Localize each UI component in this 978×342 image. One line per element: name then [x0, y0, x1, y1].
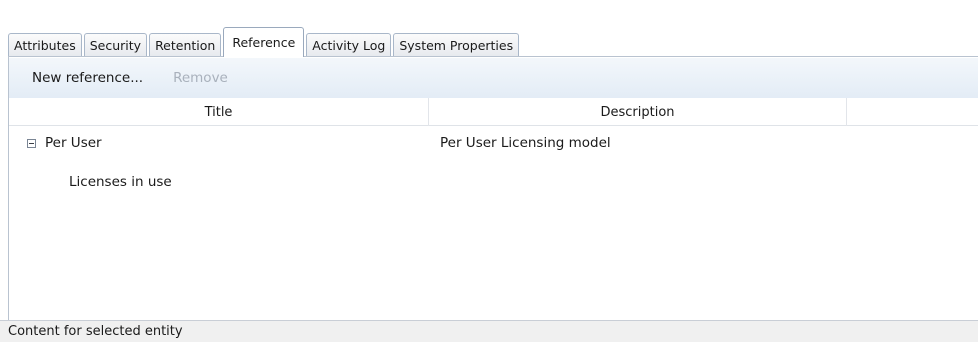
reference-toolbar: New reference... Remove — [9, 58, 978, 98]
column-header-extra[interactable] — [847, 98, 978, 126]
row-title: Per User — [45, 135, 102, 151]
tab-reference[interactable]: Reference — [223, 27, 305, 57]
status-text: Content for selected entity — [8, 324, 183, 339]
tab-system-properties[interactable]: System Properties — [393, 33, 520, 57]
status-bar: Content for selected entity — [0, 320, 978, 342]
reference-panel: Attributes Security Retention Reference … — [0, 0, 978, 342]
remove-button[interactable]: Remove — [161, 70, 240, 86]
column-header-title[interactable]: Title — [9, 98, 429, 126]
tab-attributes[interactable]: Attributes — [8, 33, 82, 57]
new-reference-button[interactable]: New reference... — [20, 70, 155, 86]
tab-retention[interactable]: Retention — [149, 33, 222, 57]
table-row[interactable]: Licenses in use — [9, 169, 978, 195]
tab-strip: Attributes Security Retention Reference … — [8, 27, 521, 57]
tab-activity-log[interactable]: Activity Log — [306, 33, 392, 57]
collapse-toggle-icon[interactable] — [27, 138, 36, 148]
row-description: Per User Licensing model — [440, 135, 611, 151]
column-header-description[interactable]: Description — [429, 98, 847, 126]
tab-security[interactable]: Security — [83, 33, 148, 57]
table-header: Title Description — [9, 98, 978, 126]
row-title: Licenses in use — [69, 174, 172, 190]
table-row[interactable]: Per User Per User Licensing model — [9, 130, 978, 156]
